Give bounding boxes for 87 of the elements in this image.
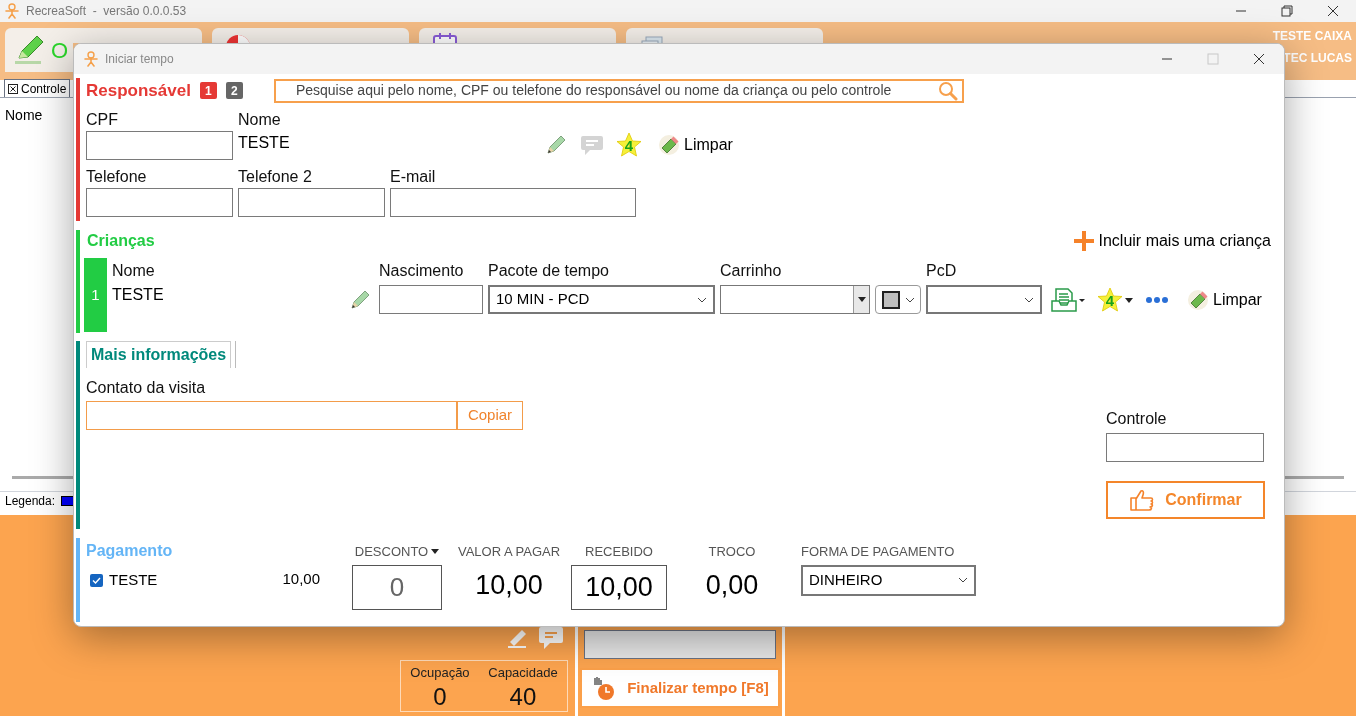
amount-value: 10,00 <box>475 568 543 602</box>
column-header: Nome <box>5 107 43 123</box>
star-count: 4 <box>624 137 634 153</box>
field-label: Nascimento <box>379 261 465 281</box>
input-field[interactable] <box>86 401 457 430</box>
payment-method-select[interactable]: DINHEIRO <box>801 564 976 596</box>
field-label: Contato da visita <box>86 378 207 398</box>
field-label: CPF <box>86 110 119 130</box>
field-label: Pacote de tempo <box>488 261 610 281</box>
chevron-down-icon <box>1024 296 1034 303</box>
clear-button[interactable]: Limpar <box>658 133 733 157</box>
input-field[interactable] <box>1106 433 1264 462</box>
stat-value: 0 <box>433 682 447 711</box>
eraser-icon <box>1187 289 1209 311</box>
color-swatch <box>881 290 900 309</box>
eraser-icon <box>658 134 680 156</box>
amount-value: 0,00 <box>705 568 759 602</box>
item-name: TESTE <box>109 570 158 590</box>
inbox-icon[interactable] <box>1051 287 1085 313</box>
chevron-down-icon <box>904 296 915 303</box>
more-icon[interactable] <box>1145 296 1169 304</box>
field-label: Nome <box>112 261 156 281</box>
pcd-select[interactable] <box>926 285 1042 314</box>
search-field[interactable]: Pesquise aqui pelo nome, CPF ou telefone do responsável ou nome da criança ou pelo controle <box>273 78 964 103</box>
window-title: RecreaSoft - versão 0.0.0.53 <box>26 3 187 20</box>
chevron-down-icon <box>958 577 968 583</box>
star-count: 4 <box>1105 292 1115 308</box>
column-label: RECEBIDO <box>585 543 653 561</box>
stat-label: Ocupação <box>410 664 470 682</box>
field-label: PcD <box>926 261 958 281</box>
thumbs-up-icon <box>1129 488 1156 512</box>
input-field[interactable] <box>379 285 483 314</box>
field-label: Controle <box>1106 409 1168 429</box>
user-name: TEC LUCAS <box>1283 50 1352 66</box>
dialog-title: Iniciar tempo <box>105 51 174 68</box>
field-label: E-mail <box>390 167 437 187</box>
field-value: TESTE <box>112 285 165 305</box>
stat-value: 40 <box>509 682 537 711</box>
chat-icon <box>580 134 604 156</box>
input-field[interactable] <box>390 188 636 217</box>
caret-down-icon <box>431 549 440 555</box>
chevron-down-icon <box>697 296 707 303</box>
step-badge[interactable]: 1 <box>199 82 217 99</box>
input-field[interactable] <box>86 131 233 160</box>
close-box-icon <box>8 83 18 94</box>
legend-label: Legenda: <box>5 492 56 510</box>
checkbox[interactable] <box>90 573 103 587</box>
field-label: Carrinho <box>720 261 783 281</box>
stat-label: Capacidade <box>488 664 558 682</box>
add-child-button[interactable]: Incluir mais uma criança <box>1072 229 1271 253</box>
pencil-icon <box>544 133 568 157</box>
package-select[interactable]: 10 MIN - PCD <box>488 285 715 314</box>
caret-down-icon <box>1125 297 1133 303</box>
field-label: Telefone 2 <box>238 167 313 187</box>
field-value: TESTE <box>238 133 291 153</box>
tab[interactable]: Mais informações <box>86 341 232 368</box>
tab[interactable]: Controle <box>4 79 71 97</box>
item-amount: 10,00 <box>281 569 320 589</box>
field-label: Nome <box>238 110 282 130</box>
toolbar-button[interactable] <box>212 28 409 43</box>
color-picker[interactable] <box>875 285 921 314</box>
section-heading: Responsável <box>86 79 191 102</box>
discount-dropdown[interactable]: DESCONTO <box>354 542 440 562</box>
step-badge[interactable]: 2 <box>225 82 243 99</box>
field-label: Telefone <box>86 167 148 187</box>
received-field[interactable]: 10,00 <box>571 564 667 610</box>
child-number: 1 <box>84 258 107 332</box>
input-field[interactable] <box>238 188 385 217</box>
star-icon <box>1097 287 1123 313</box>
section-heading: Pagamento <box>86 541 174 561</box>
toolbar-button[interactable] <box>419 28 616 43</box>
highlighter-icon <box>13 34 45 66</box>
clear-button[interactable]: Limpar <box>1187 288 1262 312</box>
cart-combo[interactable] <box>720 285 870 314</box>
search-icon <box>937 80 958 101</box>
input-field[interactable] <box>584 630 776 659</box>
caret-down-icon <box>857 297 866 302</box>
column-label: FORMA DE PAGAMENTO <box>801 543 956 561</box>
input-field[interactable] <box>86 188 233 217</box>
column-label: VALOR A PAGAR <box>457 543 561 561</box>
pencil-icon <box>348 288 372 312</box>
discount-field[interactable]: 0 <box>352 564 442 610</box>
column-label: TROCO <box>708 543 756 561</box>
plus-icon <box>1072 230 1095 252</box>
section-heading: Crianças <box>87 231 155 251</box>
star-icon <box>616 132 642 158</box>
user-name: TESTE CAIXA <box>1272 28 1352 44</box>
